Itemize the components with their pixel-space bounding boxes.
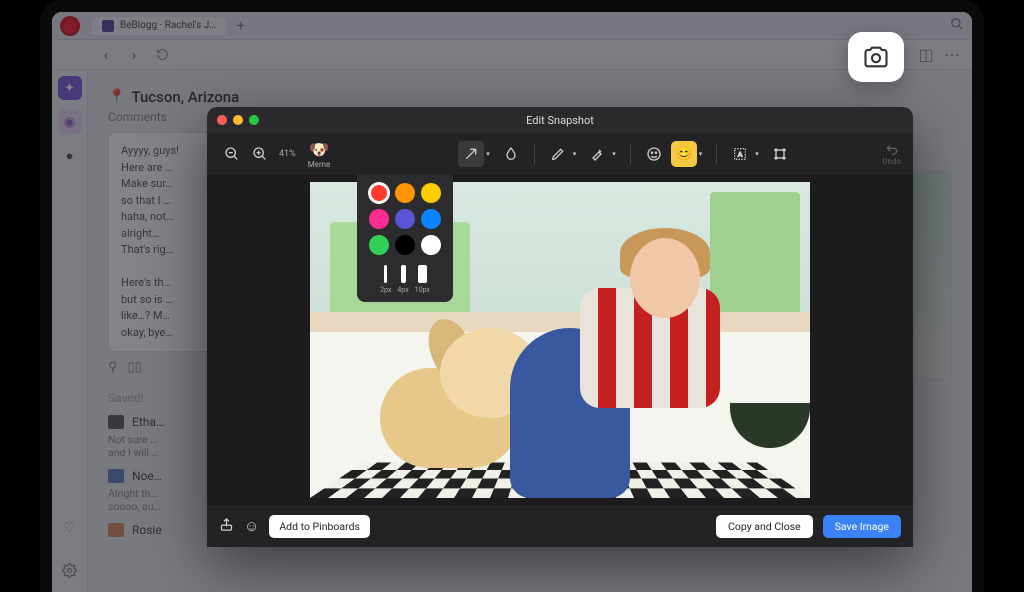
emoji-icon[interactable]: ☺ [244,517,259,535]
editor-footer: ☺ Add to Pinboards Copy and Close Save I… [207,505,913,547]
chevron-down-icon[interactable]: ▾ [612,150,616,158]
color-swatch-blue[interactable] [421,209,441,229]
chevron-down-icon[interactable]: ▾ [486,150,490,158]
editor-title: Edit Snapshot [526,114,594,127]
copy-and-close-button[interactable]: Copy and Close [716,515,813,538]
editor-toolbar: 41% 🐶 Meme ▾ ▾ ▾ 😊 ▾ A [207,133,913,175]
dog-emoji-icon: 🐶 [309,140,329,160]
chevron-down-icon[interactable]: ▾ [699,150,703,158]
color-swatch-purple[interactable] [395,209,415,229]
stroke-10px[interactable]: 10px [415,265,430,294]
text-tool-button[interactable]: A [727,141,753,167]
highlighter-tool-button[interactable] [584,141,610,167]
zoom-in-button[interactable] [247,141,273,167]
svg-text:A: A [738,151,743,159]
color-swatch-black[interactable] [395,235,415,255]
share-icon[interactable] [219,517,234,536]
chevron-down-icon[interactable]: ▾ [755,150,759,158]
snapshot-camera-button[interactable] [848,32,904,82]
sticker-tool-button[interactable] [641,141,667,167]
color-swatch-green[interactable] [369,235,389,255]
stroke-2px[interactable]: 2px [380,265,391,294]
undo-button[interactable]: Undo [882,143,901,166]
camera-icon [862,43,890,71]
color-stroke-picker: 2px 4px 10px [357,175,453,302]
blur-tool-button[interactable] [498,141,524,167]
window-minimize-button[interactable] [233,115,243,125]
crop-tool-button[interactable] [767,141,793,167]
undo-icon [883,143,901,157]
chevron-down-icon[interactable]: ▾ [573,150,577,158]
zoom-out-button[interactable] [219,141,245,167]
color-swatch-yellow[interactable] [421,183,441,203]
pencil-tool-button[interactable] [545,141,571,167]
meme-button[interactable]: 🐶 Meme [308,140,330,169]
color-swatch-white[interactable] [421,235,441,255]
color-swatch-red[interactable] [369,183,389,203]
window-close-button[interactable] [217,115,227,125]
zoom-level: 41% [279,149,296,159]
editor-canvas[interactable]: 2px 4px 10px [207,175,913,505]
emoji-tool-button[interactable]: 😊 [671,141,697,167]
save-image-button[interactable]: Save Image [823,515,901,538]
color-swatch-pink[interactable] [369,209,389,229]
window-maximize-button[interactable] [249,115,259,125]
snapshot-editor-window: Edit Snapshot 41% 🐶 Meme ▾ ▾ [207,107,913,547]
stroke-4px[interactable]: 4px [397,265,408,294]
arrow-tool-button[interactable] [458,141,484,167]
editor-titlebar[interactable]: Edit Snapshot [207,107,913,133]
color-swatch-orange[interactable] [395,183,415,203]
add-to-pinboards-button[interactable]: Add to Pinboards [269,515,370,538]
